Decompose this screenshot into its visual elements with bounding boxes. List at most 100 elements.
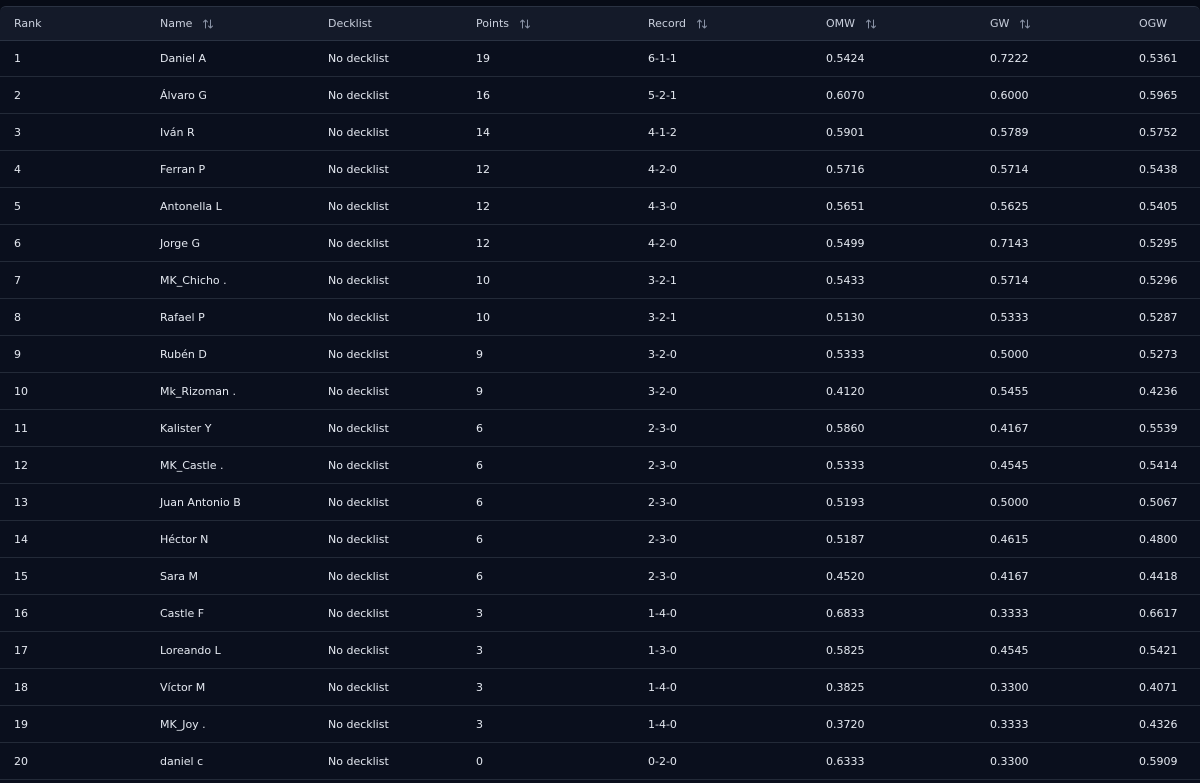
gw-cell: 0.5714 [990,273,1029,287]
column-header-record[interactable]: Record [648,7,708,40]
table-row: 3 Iván R No decklist 14 4-1-2 0.5901 0.5… [0,114,1200,151]
omw-cell: 0.5187 [826,532,865,546]
omw-cell: 0.5860 [826,421,865,435]
table-row: 2 Álvaro G No decklist 16 5-2-1 0.6070 0… [0,77,1200,114]
decklist-cell: No decklist [328,347,389,361]
table-row: 19 MK_Joy . No decklist 3 1-4-0 0.3720 0… [0,706,1200,743]
ogw-cell: 0.5438 [1139,162,1178,176]
player-name-cell: Juan Antonio B [160,495,241,509]
ogw-cell: 0.5752 [1139,125,1178,139]
record-cell: 6-1-1 [648,51,677,65]
column-header-gw[interactable]: GW [990,7,1031,40]
player-name-cell: Mk_Rizoman . [160,384,236,398]
record-cell: 4-2-0 [648,236,677,250]
player-name-cell: Kalister Y [160,421,212,435]
rank-cell: 7 [14,273,21,287]
gw-cell: 0.4545 [990,458,1029,472]
points-cell: 3 [476,643,483,657]
ogw-cell: 0.4236 [1139,384,1178,398]
ogw-cell: 0.5539 [1139,421,1178,435]
decklist-cell: No decklist [328,680,389,694]
decklist-cell: No decklist [328,606,389,620]
table-row: 20 daniel c No decklist 0 0-2-0 0.6333 0… [0,743,1200,780]
rank-cell: 17 [14,643,28,657]
player-name-cell: Loreando L [160,643,221,657]
record-cell: 1-3-0 [648,643,677,657]
rank-cell: 18 [14,680,28,694]
record-cell: 4-3-0 [648,199,677,213]
rank-cell: 8 [14,310,21,324]
gw-cell: 0.5000 [990,495,1029,509]
column-header-name[interactable]: Name [160,7,214,40]
ogw-cell: 0.4800 [1139,532,1178,546]
omw-cell: 0.5499 [826,236,865,250]
player-name-cell: Rubén D [160,347,207,361]
table-row: 8 Rafael P No decklist 10 3-2-1 0.5130 0… [0,299,1200,336]
sort-arrows-icon[interactable] [519,18,531,30]
points-cell: 10 [476,310,490,324]
omw-cell: 0.4120 [826,384,865,398]
ogw-cell: 0.5909 [1139,754,1178,768]
record-cell: 3-2-1 [648,310,677,324]
column-header-label: OMW [826,17,856,30]
column-header-label: Rank [14,17,42,30]
rank-cell: 6 [14,236,21,250]
player-name-cell: daniel c [160,754,204,768]
decklist-cell: No decklist [328,754,389,768]
omw-cell: 0.5651 [826,199,865,213]
record-cell: 1-4-0 [648,717,677,731]
ogw-cell: 0.4418 [1139,569,1178,583]
player-name-cell: Iván R [160,125,195,139]
omw-cell: 0.3825 [826,680,865,694]
omw-cell: 0.5825 [826,643,865,657]
player-name-cell: Jorge G [160,236,201,250]
rank-cell: 2 [14,88,21,102]
points-cell: 10 [476,273,490,287]
record-cell: 2-3-0 [648,532,677,546]
sort-arrows-icon[interactable] [202,18,214,30]
player-name-cell: MK_Joy . [160,717,206,731]
decklist-cell: No decklist [328,532,389,546]
column-header-ogw: OGW [1139,7,1167,40]
sort-arrows-icon[interactable] [696,18,708,30]
table-body: 1 Daniel A No decklist 19 6-1-1 0.5424 0… [0,40,1200,780]
omw-cell: 0.5716 [826,162,865,176]
column-header-label: Points [476,17,510,30]
decklist-cell: No decklist [328,51,389,65]
gw-cell: 0.5000 [990,347,1029,361]
player-name-cell: Héctor N [160,532,209,546]
player-name-cell: Álvaro G [160,88,207,102]
ogw-cell: 0.5296 [1139,273,1178,287]
decklist-cell: No decklist [328,421,389,435]
omw-cell: 0.5901 [826,125,865,139]
table-row: 18 Víctor M No decklist 3 1-4-0 0.3825 0… [0,669,1200,706]
ogw-cell: 0.5405 [1139,199,1178,213]
points-cell: 19 [476,51,490,65]
points-cell: 16 [476,88,490,102]
table-row: 14 Héctor N No decklist 6 2-3-0 0.5187 0… [0,521,1200,558]
points-cell: 9 [476,384,483,398]
rank-cell: 19 [14,717,28,731]
sort-arrows-icon[interactable] [865,18,877,30]
player-name-cell: Daniel A [160,51,207,65]
rank-cell: 13 [14,495,28,509]
gw-cell: 0.6000 [990,88,1029,102]
omw-cell: 0.5130 [826,310,865,324]
points-cell: 6 [476,532,483,546]
column-header-points[interactable]: Points [476,7,531,40]
ogw-cell: 0.5421 [1139,643,1178,657]
decklist-cell: No decklist [328,310,389,324]
ogw-cell: 0.5295 [1139,236,1178,250]
gw-cell: 0.5455 [990,384,1029,398]
decklist-cell: No decklist [328,495,389,509]
record-cell: 5-2-1 [648,88,677,102]
column-header-omw[interactable]: OMW [826,7,877,40]
ogw-cell: 0.5414 [1139,458,1178,472]
player-name-cell: Castle F [160,606,205,620]
gw-cell: 0.7143 [990,236,1029,250]
table-row: 1 Daniel A No decklist 19 6-1-1 0.5424 0… [0,40,1200,77]
sort-arrows-icon[interactable] [1019,18,1031,30]
decklist-cell: No decklist [328,162,389,176]
record-cell: 2-3-0 [648,495,677,509]
record-cell: 2-3-0 [648,458,677,472]
